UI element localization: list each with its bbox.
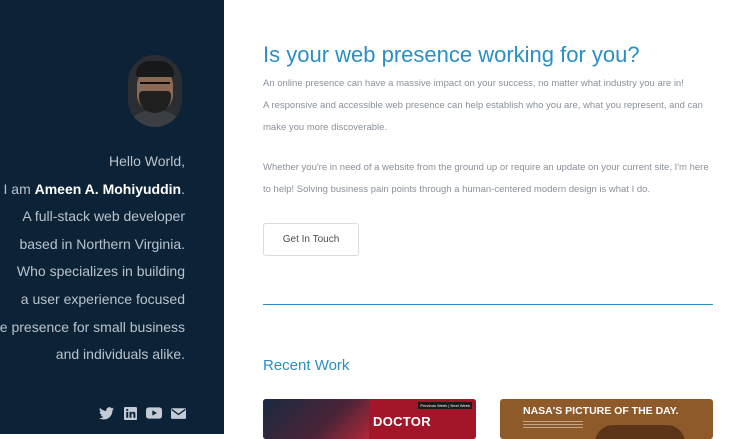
page-heading: Is your web presence working for you?: [263, 42, 640, 67]
get-in-touch-button[interactable]: Get In Touch: [263, 223, 359, 256]
intro-name-line: I am Ameen A. Mohiyuddin.: [3, 180, 186, 197]
card-tabs: Previous Week | Next Week: [418, 402, 472, 409]
intro-line: online presence for small business: [0, 318, 185, 335]
social-links: [98, 405, 186, 421]
linkedin-icon[interactable]: [122, 405, 138, 421]
recent-work-heading: Recent Work: [263, 357, 350, 374]
card-title: NASA'S PICTURE OF THE DAY.: [523, 405, 679, 417]
author-name: Ameen A. Mohiyuddin: [34, 180, 182, 197]
project-card-doctor[interactable]: Previous Week | Next Week DOCTOR: [263, 399, 476, 439]
intro-line: a user experience focused: [20, 290, 185, 307]
project-card-nasa[interactable]: NASA'S PICTURE OF THE DAY.: [500, 399, 713, 439]
help-paragraph: Whether you're in need of a website from…: [263, 162, 709, 195]
sidebar: Hello World, I am Ameen A. Mohiyuddin. A…: [0, 0, 224, 434]
greeting: Hello World,: [109, 153, 185, 169]
intro-line: based in Northern Virginia.: [19, 235, 185, 252]
avatar: [128, 55, 182, 127]
card-title: DOCTOR: [373, 414, 431, 429]
intro-line: and individuals alike.: [55, 346, 185, 363]
section-divider: [263, 304, 713, 305]
intro-paragraph: An online presence can have a massive im…: [263, 78, 703, 133]
twitter-icon[interactable]: [98, 405, 114, 421]
intro-text: Hello World, I am Ameen A. Mohiyuddin. A…: [0, 148, 185, 369]
intro-line: Who specializes in building: [16, 263, 185, 280]
mail-icon[interactable]: [170, 405, 186, 421]
intro-line: A full-stack web developer: [22, 208, 185, 225]
youtube-icon[interactable]: [146, 405, 162, 421]
